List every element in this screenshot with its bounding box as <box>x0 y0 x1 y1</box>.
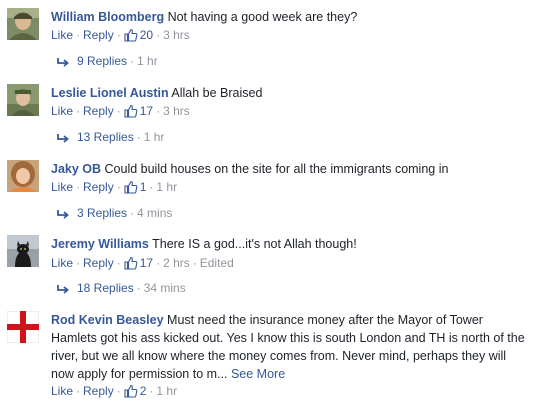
view-replies[interactable]: 13 Replies · 1 hr <box>57 129 164 145</box>
thumbs-up-icon <box>124 104 138 118</box>
reply-link[interactable]: Reply <box>83 180 114 194</box>
like-link[interactable]: Like <box>51 180 73 194</box>
replies-time: 4 mins <box>137 206 173 220</box>
reply-link[interactable]: Reply <box>83 28 114 42</box>
like-link[interactable]: Like <box>51 256 73 270</box>
reply-arrow-icon <box>57 134 69 143</box>
thumbs-up-icon <box>124 28 138 42</box>
comment-time[interactable]: 3 hrs <box>163 104 190 118</box>
reply-link[interactable]: Reply <box>83 256 114 270</box>
comment-author[interactable]: William Bloomberg <box>51 10 164 24</box>
reply-link[interactable]: Reply <box>83 384 114 398</box>
reply-arrow-icon <box>57 58 69 67</box>
like-count[interactable]: 1 <box>124 180 146 194</box>
replies-count[interactable]: 3 Replies <box>77 206 127 220</box>
comment-time[interactable]: 2 hrs <box>163 256 190 270</box>
reply-arrow-icon <box>57 210 69 219</box>
like-count[interactable]: 20 <box>124 28 153 42</box>
replies-count[interactable]: 9 Replies <box>77 54 127 68</box>
comment-author[interactable]: Rod Kevin Beasley <box>51 313 164 327</box>
view-replies[interactable]: 9 Replies · 1 hr <box>57 53 158 69</box>
like-link[interactable]: Like <box>51 28 73 42</box>
comment-author[interactable]: Jaky OB <box>51 162 101 176</box>
avatar[interactable] <box>7 311 39 343</box>
comment-text: Not having a good week are they? <box>167 10 358 24</box>
like-link[interactable]: Like <box>51 384 73 398</box>
thumbs-up-icon <box>124 180 138 194</box>
replies-time: 1 hr <box>137 54 158 68</box>
thumbs-up-icon <box>124 256 138 270</box>
reply-arrow-icon <box>57 285 69 294</box>
comment-text: Allah be Braised <box>171 86 263 100</box>
replies-count[interactable]: 18 Replies <box>77 281 134 295</box>
view-replies[interactable]: 18 Replies · 34 mins <box>57 280 186 296</box>
like-link[interactable]: Like <box>51 104 73 118</box>
view-replies[interactable]: 3 Replies · 4 mins <box>57 205 172 221</box>
comment-time[interactable]: 1 hr <box>156 384 177 398</box>
comment-text: There IS a god...it's not Allah though! <box>152 237 357 251</box>
reply-link[interactable]: Reply <box>83 104 114 118</box>
see-more-link[interactable]: See More <box>231 367 285 381</box>
comment-text: Could build houses on the site for all t… <box>104 162 449 176</box>
replies-count[interactable]: 13 Replies <box>77 130 134 144</box>
like-count[interactable]: 17 <box>124 256 153 270</box>
avatar[interactable] <box>7 235 39 267</box>
comment-time[interactable]: 1 hr <box>156 180 177 194</box>
comment-author[interactable]: Jeremy Williams <box>51 237 149 251</box>
thumbs-up-icon <box>124 384 138 398</box>
comment-time[interactable]: 3 hrs <box>163 28 190 42</box>
replies-time: 1 hr <box>143 130 165 144</box>
avatar[interactable] <box>7 84 39 116</box>
edited-label[interactable]: Edited <box>200 256 234 270</box>
avatar[interactable] <box>7 160 39 192</box>
like-count[interactable]: 17 <box>124 104 153 118</box>
replies-time: 34 mins <box>143 281 186 295</box>
comment-author[interactable]: Leslie Lionel Austin <box>51 86 169 100</box>
like-count[interactable]: 2 <box>124 384 146 398</box>
avatar[interactable] <box>7 8 39 40</box>
